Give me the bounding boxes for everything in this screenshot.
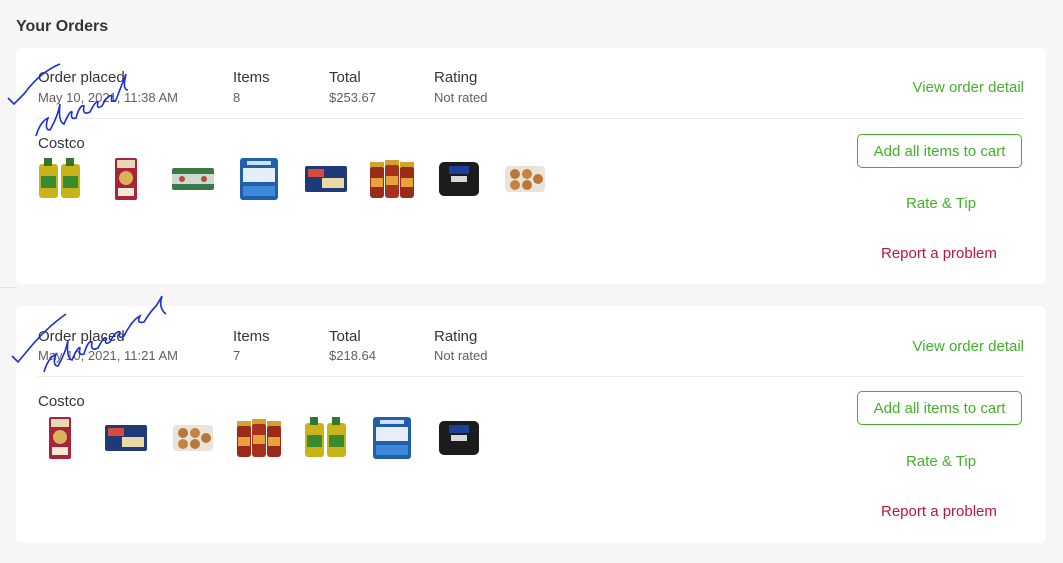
product-thumbnail-muffins[interactable] [169, 415, 217, 461]
store-name: Costco [38, 393, 85, 410]
add-all-items-to-cart-button[interactable]: Add all items to cart [857, 134, 1022, 168]
order-card: Order placed May 10, 2021, 11:21 AM Item… [16, 306, 1046, 543]
order-total: $218.64 [329, 348, 376, 363]
store-name: Costco [38, 135, 85, 152]
product-thumbnail-pasta[interactable] [102, 415, 150, 461]
product-thumbnail-albacore-tuna[interactable] [368, 415, 416, 461]
rating-value: Not rated [434, 90, 488, 105]
divider [38, 376, 1024, 377]
product-thumbnail-rice[interactable] [36, 415, 84, 461]
product-thumbnail-olive-oil[interactable] [36, 156, 84, 202]
view-order-detail-link[interactable]: View order detail [913, 338, 1024, 355]
product-thumbnail-goya-beans[interactable] [435, 415, 483, 461]
order-total: $253.67 [329, 90, 376, 105]
product-thumbnail-canned-chicken[interactable] [169, 156, 217, 202]
view-order-detail-link[interactable]: View order detail [913, 79, 1024, 96]
items-count: 7 [233, 348, 241, 363]
rate-and-tip-link[interactable]: Rate & Tip [906, 453, 976, 470]
rating-label: Rating [434, 328, 478, 345]
rating-label: Rating [434, 69, 478, 86]
product-thumbnail-goya-beans[interactable] [435, 156, 483, 202]
product-thumbnail-rice[interactable] [102, 156, 150, 202]
product-thumbnail-olive-oil[interactable] [302, 415, 350, 461]
add-all-items-to-cart-button[interactable]: Add all items to cart [857, 391, 1022, 425]
product-thumbnail-pasta-sauce[interactable] [368, 156, 416, 202]
product-thumbnail-pasta[interactable] [302, 156, 350, 202]
items-label: Items [233, 69, 270, 86]
items-label: Items [233, 328, 270, 345]
rate-and-tip-link[interactable]: Rate & Tip [906, 195, 976, 212]
divider [0, 287, 16, 288]
total-label: Total [329, 328, 361, 345]
product-thumbnail-pasta-sauce[interactable] [235, 415, 283, 461]
report-a-problem-link[interactable]: Report a problem [881, 503, 997, 520]
order-date: May 10, 2021, 11:38 AM [38, 90, 178, 105]
items-count: 8 [233, 90, 241, 105]
order-card: Order placed May 10, 2021, 11:38 AM Item… [16, 48, 1046, 284]
order-placed-label: Order placed [38, 328, 125, 345]
order-placed-label: Order placed [38, 69, 125, 86]
divider [38, 118, 1024, 119]
report-a-problem-link[interactable]: Report a problem [881, 245, 997, 262]
product-thumbnail-albacore-tuna[interactable] [235, 156, 283, 202]
order-date: May 10, 2021, 11:21 AM [38, 348, 178, 363]
page-title: Your Orders [16, 18, 109, 35]
rating-value: Not rated [434, 348, 488, 363]
total-label: Total [329, 69, 361, 86]
product-thumbnail-muffins[interactable] [501, 156, 549, 202]
